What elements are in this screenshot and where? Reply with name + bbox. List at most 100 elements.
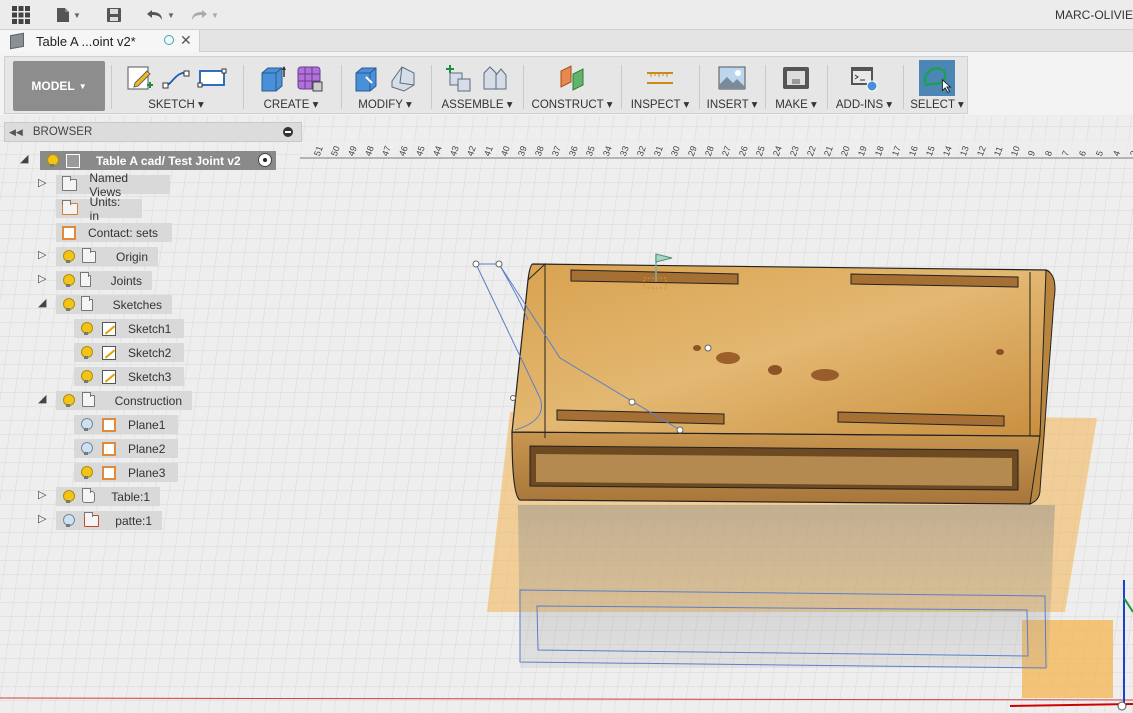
sketch-icon xyxy=(102,321,116,336)
root-label: Table A cad/ Test Joint v2 xyxy=(96,153,241,168)
insert-group[interactable]: INSERT ▾ xyxy=(705,61,759,113)
file-icon xyxy=(57,8,69,22)
create-sketch-icon[interactable] xyxy=(125,63,155,93)
visibility-bulb-icon[interactable] xyxy=(46,153,59,168)
3d-print-icon[interactable] xyxy=(781,63,811,93)
tree-item-plane1[interactable]: Plane1 xyxy=(74,415,178,434)
expand-root-icon[interactable]: ◢ xyxy=(20,152,28,165)
table-top-face[interactable] xyxy=(511,263,1053,437)
construct-group-label: CONSTRUCT xyxy=(531,99,604,111)
expand-icon[interactable]: ▷ xyxy=(38,272,46,285)
user-name[interactable]: MARC-OLIVIE xyxy=(1055,8,1133,22)
visibility-bulb-icon[interactable] xyxy=(62,249,76,264)
modify-group[interactable]: MODIFY ▾ xyxy=(347,61,423,113)
file-menu-button[interactable]: ▼ xyxy=(56,5,81,25)
toolbar-ribbon: MODEL ▼ SKETCH ▾ CREATE ▾ MODIFY ▾ ASSEM… xyxy=(4,56,968,114)
visibility-bulb-icon[interactable] xyxy=(80,369,93,384)
assemble-group[interactable]: ASSEMBLE ▾ xyxy=(437,61,517,113)
expand-icon[interactable]: ▷ xyxy=(38,488,46,501)
tree-item-sketches[interactable]: Sketches xyxy=(56,295,172,314)
inspect-group[interactable]: INSPECT ▾ xyxy=(627,61,693,113)
rectangle-tool-icon[interactable] xyxy=(197,63,227,93)
collapse-icon[interactable]: ◢ xyxy=(38,296,46,309)
tree-item-patte[interactable]: patte:1 xyxy=(56,511,162,530)
expand-icon[interactable]: ▷ xyxy=(38,248,46,261)
collapse-panel-icon[interactable]: ◀◀ xyxy=(9,127,23,138)
tree-item-plane3[interactable]: Plane3 xyxy=(74,463,178,482)
select-group-label: SELECT xyxy=(910,99,955,111)
expand-icon[interactable]: ▷ xyxy=(38,512,46,525)
visibility-bulb-icon[interactable] xyxy=(62,489,75,504)
visibility-bulb-icon[interactable] xyxy=(62,297,75,312)
visibility-bulb-icon[interactable] xyxy=(62,393,75,408)
sketch-group-label: SKETCH xyxy=(148,99,195,111)
sketch-icon xyxy=(102,345,116,360)
insert-image-icon[interactable] xyxy=(717,63,747,93)
insert-group-label: INSERT xyxy=(706,99,749,111)
folder-icon xyxy=(79,271,91,287)
minimize-panel-icon[interactable] xyxy=(283,127,293,137)
scripts-addins-icon[interactable] xyxy=(849,63,879,93)
create-group-label: CREATE xyxy=(263,99,310,111)
apps-grid-icon[interactable] xyxy=(12,5,30,25)
construct-group[interactable]: CONSTRUCT ▾ xyxy=(529,61,615,113)
component-icon xyxy=(81,487,96,503)
visibility-bulb-icon[interactable] xyxy=(62,273,75,288)
tree-item-sketch3[interactable]: Sketch3 xyxy=(74,367,184,386)
visibility-bulb-off-icon[interactable] xyxy=(80,441,93,456)
tree-item-joints[interactable]: Joints xyxy=(56,271,152,290)
form-create-icon[interactable] xyxy=(294,63,324,93)
save-icon[interactable] xyxy=(106,5,122,25)
fillet-icon[interactable] xyxy=(388,63,418,93)
new-component-icon[interactable] xyxy=(444,63,474,93)
visibility-bulb-icon[interactable] xyxy=(80,465,93,480)
component-icon xyxy=(66,153,80,168)
press-pull-icon[interactable] xyxy=(352,63,382,93)
top-bar: ▼ ▼ ▼ MARC-OLIVIE xyxy=(0,0,1133,30)
tree-item-plane2[interactable]: Plane2 xyxy=(74,439,178,458)
offset-plane-icon[interactable] xyxy=(557,63,587,93)
tree-root-item[interactable]: Table A cad/ Test Joint v2 xyxy=(40,151,276,170)
select-group[interactable]: SELECT ▾ xyxy=(909,60,965,113)
tree-item-units[interactable]: Units: in xyxy=(56,195,142,223)
extrude-icon[interactable] xyxy=(258,63,288,93)
document-tab[interactable]: Table A ...oint v2* ✕ xyxy=(0,30,200,52)
tree-item-sketch2[interactable]: Sketch2 xyxy=(74,343,184,362)
tree-item-sketch1[interactable]: Sketch1 xyxy=(74,319,184,338)
tree-item-origin[interactable]: Origin xyxy=(56,247,158,266)
tree-item-construction[interactable]: Construction xyxy=(56,391,192,410)
plane-icon xyxy=(102,465,116,480)
undo-icon xyxy=(147,10,162,20)
add-ins-group[interactable]: ADD-INS ▾ xyxy=(831,61,897,113)
visibility-bulb-off-icon[interactable] xyxy=(80,417,93,432)
modify-group-label: MODIFY xyxy=(358,99,403,111)
visibility-bulb-icon[interactable] xyxy=(80,321,93,336)
expand-icon[interactable]: ▷ xyxy=(38,176,46,189)
sketch-icon xyxy=(102,369,116,384)
activate-radio-icon[interactable] xyxy=(258,153,272,167)
select-tool-icon[interactable] xyxy=(917,60,957,96)
make-group[interactable]: MAKE ▾ xyxy=(771,61,821,113)
3d-viewport[interactable] xyxy=(0,115,1133,713)
redo-button[interactable]: ▼ xyxy=(190,5,219,25)
close-tab-icon[interactable]: ✕ xyxy=(180,32,192,49)
workspace-switcher-button[interactable]: MODEL ▼ xyxy=(13,61,105,111)
browser-title: BROWSER xyxy=(32,126,93,138)
redo-icon xyxy=(192,10,207,20)
joint-icon[interactable] xyxy=(480,63,510,93)
create-group[interactable]: CREATE ▾ xyxy=(249,61,333,113)
visibility-bulb-icon[interactable] xyxy=(80,345,93,360)
sync-status-icon xyxy=(164,35,174,45)
undo-button[interactable]: ▼ xyxy=(146,5,175,25)
measure-icon[interactable] xyxy=(645,63,675,93)
viewport-canvas[interactable] xyxy=(0,115,1133,713)
tree-item-table[interactable]: Table:1 xyxy=(56,487,160,506)
sketch-group[interactable]: SKETCH ▾ xyxy=(117,61,235,113)
browser-panel-header[interactable]: ◀◀ BROWSER xyxy=(4,122,302,142)
tree-item-named-views[interactable]: Named Views xyxy=(56,171,170,199)
line-tool-icon[interactable] xyxy=(161,63,191,93)
component-icon xyxy=(83,511,100,527)
collapse-icon[interactable]: ◢ xyxy=(38,392,46,405)
tree-item-contact-sets[interactable]: Contact: sets xyxy=(56,223,172,242)
visibility-bulb-off-icon[interactable] xyxy=(62,513,75,528)
